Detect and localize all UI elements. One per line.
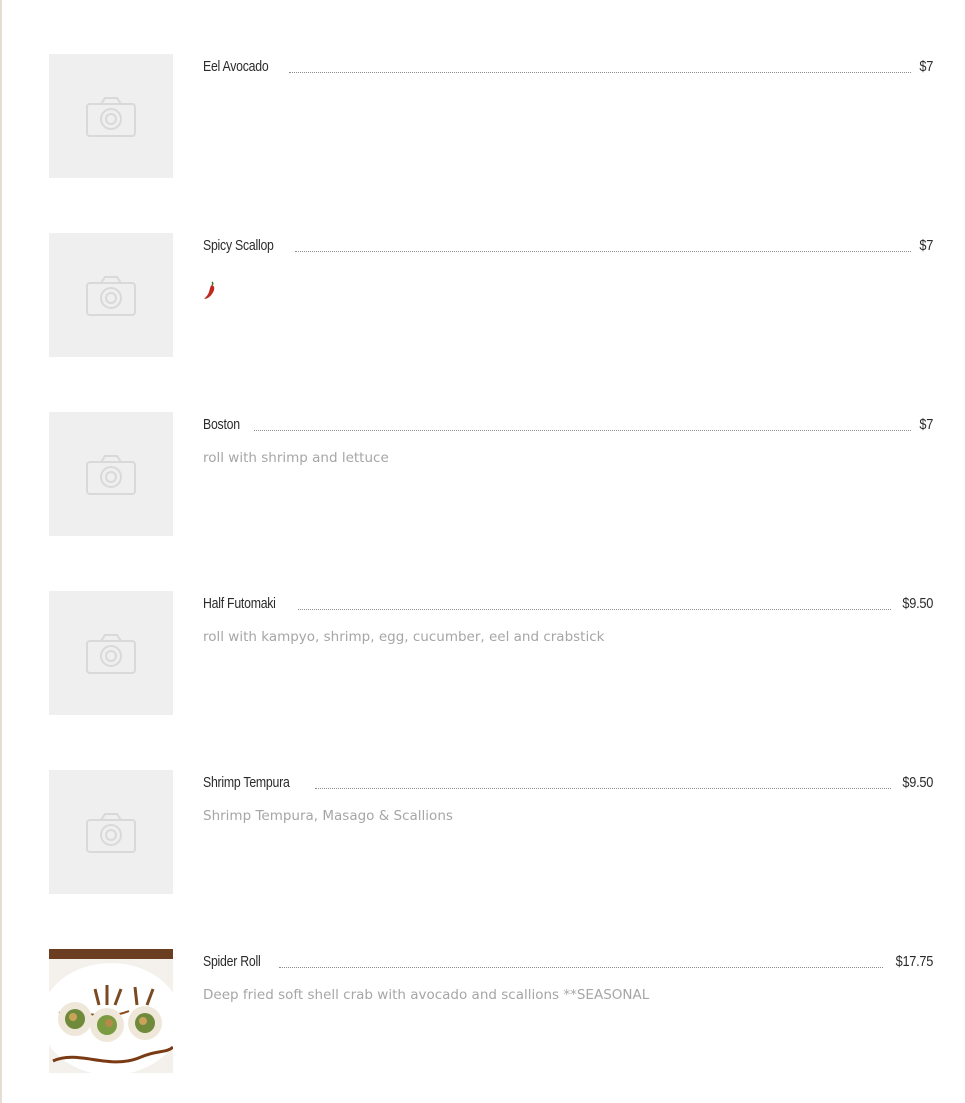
dotted-leader (288, 72, 911, 73)
item-body: Shrimp Tempura $9.50 Shrimp Tempura, Mas… (203, 770, 933, 824)
item-price: $7 (919, 416, 933, 433)
item-title-row: Shrimp Tempura $9.50 (203, 770, 933, 796)
item-body: Half Futomaki $9.50 roll with kampyo, sh… (203, 591, 933, 645)
chili-pepper-icon (204, 281, 215, 299)
item-body: Eel Avocado $7 (203, 54, 933, 92)
dotted-leader (295, 251, 911, 252)
dotted-leader (314, 788, 891, 789)
camera-placeholder-icon (86, 634, 136, 674)
camera-placeholder-icon (86, 813, 136, 853)
item-name[interactable]: Half Futomaki (203, 591, 276, 617)
item-description: roll with kampyo, shrimp, egg, cucumber,… (203, 629, 605, 645)
item-body: Spider Roll $17.75 Deep fried soft shell… (203, 949, 933, 1003)
item-title-row: Eel Avocado $7 (203, 54, 933, 80)
item-name[interactable]: Eel Avocado (203, 54, 269, 80)
item-photo-placeholder[interactable] (49, 591, 173, 715)
item-description: roll with shrimp and lettuce (203, 450, 389, 466)
item-title-row: Half Futomaki $9.50 (203, 591, 933, 617)
item-name[interactable]: Spicy Scallop (203, 233, 274, 259)
spider-roll-photo (49, 949, 173, 1073)
item-price: $7 (919, 237, 933, 254)
menu-item[interactable]: Shrimp Tempura $9.50 Shrimp Tempura, Mas… (49, 770, 933, 895)
menu-item[interactable]: Half Futomaki $9.50 roll with kampyo, sh… (49, 591, 933, 716)
dotted-leader (297, 609, 891, 610)
camera-placeholder-icon (86, 276, 136, 316)
item-title-row: Spicy Scallop $7 (203, 233, 933, 259)
item-name[interactable]: Spider Roll (203, 949, 261, 975)
item-description: Deep fried soft shell crab with avocado … (203, 987, 650, 1003)
item-title-row: Boston $7 (203, 412, 933, 438)
item-photo-placeholder[interactable] (49, 770, 173, 894)
item-title-row: Spider Roll $17.75 (203, 949, 933, 975)
dotted-leader (279, 967, 883, 968)
page-left-border (0, 0, 2, 1103)
menu-item[interactable]: Spider Roll $17.75 Deep fried soft shell… (49, 949, 933, 1074)
item-name[interactable]: Boston (203, 412, 240, 438)
item-photo-placeholder[interactable] (49, 233, 173, 357)
item-price: $17.75 (895, 953, 934, 970)
item-price: $9.50 (902, 595, 933, 612)
item-photo[interactable] (49, 949, 173, 1073)
item-price: $7 (919, 58, 933, 75)
camera-placeholder-icon (86, 455, 136, 495)
item-photo-placeholder[interactable] (49, 412, 173, 536)
item-body: Spicy Scallop $7 (203, 233, 933, 299)
item-body: Boston $7 roll with shrimp and lettuce (203, 412, 933, 466)
dotted-leader (253, 430, 911, 431)
item-description: Shrimp Tempura, Masago & Scallions (203, 808, 453, 824)
item-price: $9.50 (902, 774, 933, 791)
menu-item[interactable]: Eel Avocado $7 (49, 54, 933, 179)
menu-item[interactable]: Spicy Scallop $7 (49, 233, 933, 358)
camera-placeholder-icon (86, 97, 136, 137)
menu-item[interactable]: Boston $7 roll with shrimp and lettuce (49, 412, 933, 537)
item-name[interactable]: Shrimp Tempura (203, 770, 290, 796)
item-photo-placeholder[interactable] (49, 54, 173, 178)
